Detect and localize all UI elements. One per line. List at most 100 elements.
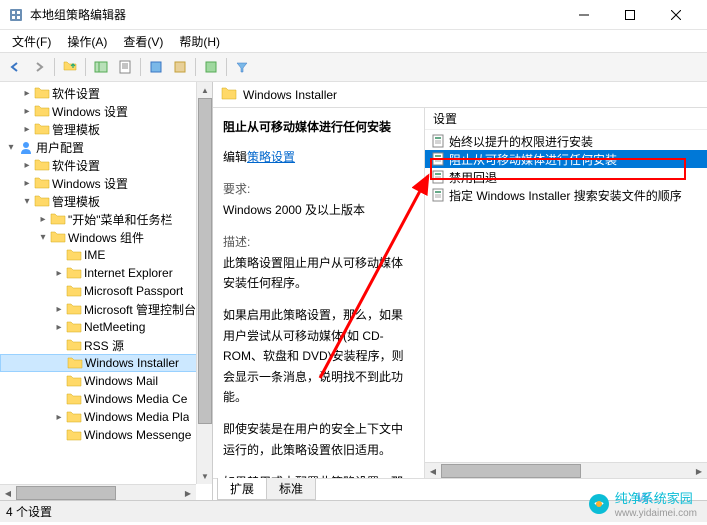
expand-icon[interactable]: ▸ bbox=[20, 86, 34, 100]
scroll-left-button[interactable]: ◀ bbox=[425, 463, 441, 478]
expand-icon[interactable]: ▸ bbox=[52, 302, 66, 316]
settings-scrollbar-horizontal[interactable]: ◀ ▶ bbox=[425, 462, 707, 478]
expand-icon[interactable]: ▸ bbox=[20, 122, 34, 136]
edit-policy-link[interactable]: 策略设置 bbox=[247, 150, 295, 164]
tree-node[interactable]: ▸Internet Explorer bbox=[0, 264, 212, 282]
toolbar-separator bbox=[54, 58, 55, 76]
scroll-down-button[interactable]: ▼ bbox=[197, 468, 213, 484]
tree-node[interactable]: ▸ Windows Media Pla bbox=[0, 408, 212, 426]
folder-icon bbox=[66, 302, 82, 316]
help-button[interactable] bbox=[200, 56, 222, 78]
filter-button[interactable] bbox=[231, 56, 253, 78]
expander-spacer bbox=[52, 428, 66, 442]
scroll-right-button[interactable]: ▶ bbox=[691, 463, 707, 478]
tree-node[interactable]: ▸Windows 设置 bbox=[0, 174, 212, 192]
tree-node[interactable]: ▾Windows 组件 bbox=[0, 228, 212, 246]
scroll-right-button[interactable]: ▶ bbox=[180, 485, 196, 500]
tree-node[interactable]: ▸管理模板 bbox=[0, 120, 212, 138]
user-config-icon bbox=[18, 140, 34, 154]
policy-icon bbox=[431, 188, 445, 202]
content-area: 阻止从可移动媒体进行任何安装 编辑策略设置 要求: Windows 2000 及… bbox=[213, 108, 707, 478]
collapse-icon[interactable]: ▾ bbox=[20, 194, 34, 208]
detail-title: 阻止从可移动媒体进行任何安装 bbox=[223, 118, 414, 135]
tree-node-label: Microsoft 管理控制台 bbox=[84, 301, 196, 318]
setting-label: 始终以提升的权限进行安装 bbox=[449, 133, 593, 150]
menu-view[interactable]: 查看(V) bbox=[115, 31, 171, 52]
tree-node[interactable]: Windows Messenge bbox=[0, 426, 212, 444]
settings-list[interactable]: 始终以提升的权限进行安装阻止从可移动媒体进行任何安装禁用回退指定 Windows… bbox=[425, 130, 707, 206]
tree-node[interactable]: Windows Media Ce bbox=[0, 390, 212, 408]
description-label: 描述: bbox=[223, 232, 414, 252]
folder-icon bbox=[66, 266, 82, 280]
tree-scrollbar-vertical[interactable]: ▲ ▼ bbox=[196, 82, 212, 484]
tree-node-label: Windows Media Pla bbox=[84, 410, 189, 424]
expand-icon[interactable]: ▸ bbox=[36, 212, 50, 226]
scroll-left-button[interactable]: ◀ bbox=[0, 485, 16, 500]
folder-icon bbox=[34, 158, 50, 172]
export-button[interactable] bbox=[169, 56, 191, 78]
tab-extended[interactable]: 扩展 bbox=[217, 478, 267, 500]
close-button[interactable] bbox=[653, 0, 699, 30]
tree-node[interactable]: ▾管理模板 bbox=[0, 192, 212, 210]
scroll-thumb[interactable] bbox=[16, 486, 116, 500]
up-button[interactable] bbox=[59, 56, 81, 78]
tree-node[interactable]: RSS 源 bbox=[0, 336, 212, 354]
scroll-up-button[interactable]: ▲ bbox=[197, 82, 213, 98]
tab-standard[interactable]: 标准 bbox=[266, 478, 316, 500]
tree-node[interactable]: IME bbox=[0, 246, 212, 264]
maximize-button[interactable] bbox=[607, 0, 653, 30]
collapse-icon[interactable]: ▾ bbox=[36, 230, 50, 244]
toolbar bbox=[0, 53, 707, 81]
menu-help[interactable]: 帮助(H) bbox=[171, 31, 228, 52]
tree-node-label: 软件设置 bbox=[52, 157, 100, 174]
scroll-thumb[interactable] bbox=[198, 98, 212, 424]
tree-node[interactable]: ▸"开始"菜单和任务栏 bbox=[0, 210, 212, 228]
folder-icon bbox=[67, 356, 83, 370]
forward-button[interactable] bbox=[28, 56, 50, 78]
requirements-label: 要求: bbox=[223, 179, 414, 199]
menu-file[interactable]: 文件(F) bbox=[4, 31, 59, 52]
folder-icon bbox=[66, 320, 82, 334]
back-button[interactable] bbox=[4, 56, 26, 78]
tree-scrollbar-horizontal[interactable]: ◀ ▶ bbox=[0, 484, 196, 500]
expander-spacer bbox=[52, 284, 66, 298]
properties-button[interactable] bbox=[114, 56, 136, 78]
policy-icon bbox=[431, 152, 445, 166]
expander-spacer bbox=[52, 338, 66, 352]
tree-node[interactable]: ▾用户配置 bbox=[0, 138, 212, 156]
tree-node[interactable]: ▸软件设置 bbox=[0, 84, 212, 102]
tree-node[interactable]: Microsoft Passport bbox=[0, 282, 212, 300]
collapse-icon[interactable]: ▾ bbox=[4, 140, 18, 154]
tree-node[interactable]: ▸NetMeeting bbox=[0, 318, 212, 336]
watermark: 纯净系统家园 www.yidaimei.com bbox=[587, 488, 697, 519]
tree-node-label: Windows 设置 bbox=[52, 103, 128, 120]
show-hide-tree-button[interactable] bbox=[90, 56, 112, 78]
folder-icon bbox=[34, 176, 50, 190]
tree-node[interactable]: Windows Mail bbox=[0, 372, 212, 390]
tree[interactable]: ▸软件设置▸Windows 设置▸管理模板▾用户配置▸软件设置▸Windows … bbox=[0, 82, 212, 500]
settings-column-header[interactable]: 设置 bbox=[425, 108, 707, 130]
refresh-button[interactable] bbox=[145, 56, 167, 78]
setting-item[interactable]: 禁用回退 bbox=[425, 168, 707, 186]
content-header: Windows Installer bbox=[213, 82, 707, 108]
setting-item[interactable]: 指定 Windows Installer 搜索安装文件的顺序 bbox=[425, 186, 707, 204]
minimize-button[interactable] bbox=[561, 0, 607, 30]
menu-action[interactable]: 操作(A) bbox=[59, 31, 115, 52]
expand-icon[interactable]: ▸ bbox=[20, 176, 34, 190]
setting-item[interactable]: 阻止从可移动媒体进行任何安装 bbox=[425, 150, 707, 168]
expand-icon[interactable]: ▸ bbox=[52, 410, 66, 424]
toolbar-separator bbox=[85, 58, 86, 76]
tree-node[interactable]: Windows Installer bbox=[0, 354, 212, 372]
tree-node[interactable]: ▸ Microsoft 管理控制台 bbox=[0, 300, 212, 318]
setting-item[interactable]: 始终以提升的权限进行安装 bbox=[425, 132, 707, 150]
titlebar: 本地组策略编辑器 bbox=[0, 0, 707, 30]
expand-icon[interactable]: ▸ bbox=[52, 266, 66, 280]
expand-icon[interactable]: ▸ bbox=[20, 104, 34, 118]
scroll-thumb[interactable] bbox=[441, 464, 581, 478]
edit-label: 编辑 bbox=[223, 150, 247, 164]
expand-icon[interactable]: ▸ bbox=[20, 158, 34, 172]
tree-node[interactable]: ▸ Windows 设置 bbox=[0, 102, 212, 120]
settings-pane: 设置 始终以提升的权限进行安装阻止从可移动媒体进行任何安装禁用回退指定 Wind… bbox=[425, 108, 707, 478]
tree-node[interactable]: ▸ 软件设置 bbox=[0, 156, 212, 174]
expand-icon[interactable]: ▸ bbox=[52, 320, 66, 334]
